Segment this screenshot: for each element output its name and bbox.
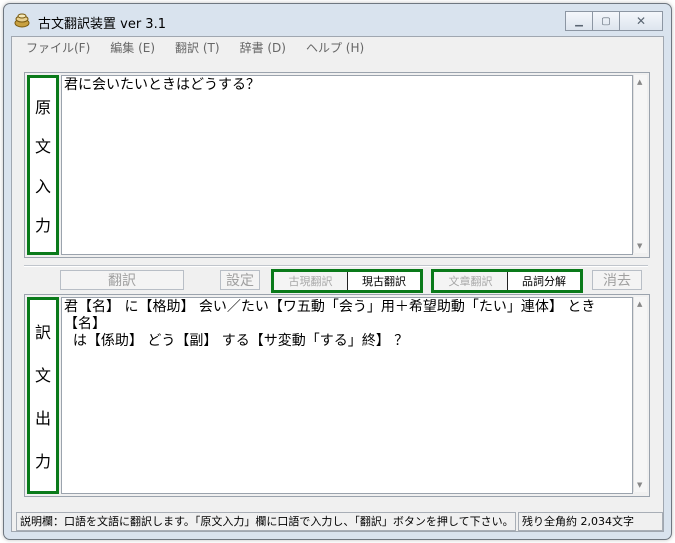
window-title: 古文翻訳装置 ver 3.1: [38, 17, 166, 32]
input-label-char: 原: [34, 97, 51, 117]
source-text-input[interactable]: 君に会いたいときはどうする？: [61, 75, 633, 255]
input-label-char: 入: [34, 176, 51, 196]
menu-dictionary[interactable]: 辞書 (D): [240, 39, 286, 56]
maximize-button[interactable]: ▢: [593, 11, 620, 31]
minimize-button[interactable]: ▁: [565, 11, 593, 31]
scroll-up-icon[interactable]: ▲: [637, 300, 642, 308]
client-area: ファイル(F) 編集 (E) 翻訳 (T) 辞書 (D) ヘルプ (H) 原 文…: [11, 36, 664, 532]
output-scrollbar[interactable]: ▲ ▼: [633, 297, 647, 492]
maximize-icon: ▢: [601, 15, 611, 27]
output-label-char: 文: [34, 366, 51, 385]
caption-buttons: ▁ ▢ ✕: [565, 11, 663, 31]
part-of-speech-button[interactable]: 品詞分解: [507, 272, 580, 290]
input-panel: 原 文 入 力 君に会いたいときはどうする？ ▲ ▼: [24, 72, 650, 258]
translate-button[interactable]: 翻訳: [60, 270, 184, 290]
scroll-down-icon[interactable]: ▼: [637, 242, 642, 250]
app-window: 古文翻訳装置 ver 3.1 ▁ ▢ ✕ ファイル(F) 編集 (E) 翻訳 (…: [3, 3, 672, 540]
menu-bar: ファイル(F) 編集 (E) 翻訳 (T) 辞書 (D) ヘルプ (H): [12, 37, 663, 57]
toolbar: 翻訳 設定 古現翻訳 現古翻訳 文章翻訳 品詞分解 消去: [24, 263, 648, 293]
output-label-char: 出: [34, 409, 51, 428]
scroll-down-icon[interactable]: ▼: [637, 481, 642, 489]
output-label-char: 力: [34, 452, 51, 471]
input-label-char: 文: [34, 137, 51, 157]
menu-edit[interactable]: 編集 (E): [110, 39, 155, 56]
output-label-char: 訳: [34, 323, 51, 342]
menu-help[interactable]: ヘルプ (H): [306, 39, 364, 56]
translation-mode-toggle: 古現翻訳 現古翻訳: [271, 269, 423, 293]
remaining-chars: 残り全角約 2,034文字: [518, 512, 663, 531]
app-icon: [14, 13, 30, 28]
sentence-translation-button[interactable]: 文章翻訳: [434, 272, 507, 290]
minimize-icon: ▁: [575, 15, 583, 27]
status-description: 説明欄：口語を文語に翻訳します。「原文入力」欄に口語で入力し、「翻訳」ボタンを押…: [16, 512, 516, 531]
output-panel: 訳 文 出 力 君【名】 に【格助】 会い／たい【ワ五動「会う」用＋希望助動「た…: [24, 294, 650, 497]
menu-file[interactable]: ファイル(F): [26, 39, 90, 56]
modern-to-classical-button[interactable]: 現古翻訳: [347, 272, 420, 290]
clear-button[interactable]: 消去: [592, 270, 642, 290]
close-button[interactable]: ✕: [620, 11, 663, 31]
input-label-char: 力: [34, 216, 51, 236]
input-panel-label: 原 文 入 力: [27, 75, 59, 255]
scroll-up-icon[interactable]: ▲: [637, 78, 642, 86]
close-icon: ✕: [635, 14, 647, 28]
toolbar-divider: [24, 265, 648, 267]
settings-button[interactable]: 設定: [220, 270, 260, 290]
menu-translate[interactable]: 翻訳 (T): [175, 39, 220, 56]
input-scrollbar[interactable]: ▲ ▼: [633, 75, 647, 253]
title-bar[interactable]: 古文翻訳装置 ver 3.1 ▁ ▢ ✕: [4, 4, 671, 34]
status-bar: 説明欄：口語を文語に翻訳します。「原文入力」欄に口語で入力し、「翻訳」ボタンを押…: [12, 511, 663, 531]
output-mode-toggle: 文章翻訳 品詞分解: [431, 269, 583, 293]
output-panel-label: 訳 文 出 力: [27, 297, 59, 494]
translation-output[interactable]: 君【名】 に【格助】 会い／たい【ワ五動「会う」用＋希望助動「たい」連体】 とき…: [61, 297, 633, 494]
classical-to-modern-button[interactable]: 古現翻訳: [274, 272, 347, 290]
